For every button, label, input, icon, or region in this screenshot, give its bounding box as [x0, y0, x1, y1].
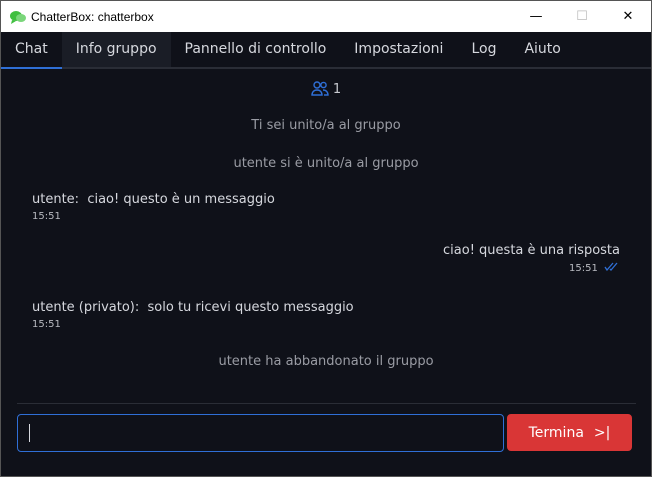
- tab-impostazioni[interactable]: Impostazioni: [340, 32, 457, 67]
- system-message: utente ha abbandonato il gruppo: [218, 354, 434, 369]
- message-time: 15:51: [32, 319, 61, 330]
- users-icon: [311, 81, 329, 96]
- double-check-icon: [604, 262, 618, 272]
- title-bar: ChatterBox: chatterbox — ☐ ✕: [1, 1, 651, 32]
- message-sender: utente (privato):: [32, 300, 140, 315]
- tab-pannello-di-controllo[interactable]: Pannello di controllo: [171, 32, 341, 67]
- termina-button[interactable]: Termina >|: [507, 414, 632, 451]
- incoming-message: utente (privato): solo tu ricevi questo …: [32, 300, 354, 330]
- termina-label: Termina: [528, 424, 584, 441]
- tab-info-gruppo[interactable]: Info gruppo: [61, 32, 171, 67]
- tab-log[interactable]: Log: [457, 32, 510, 67]
- end-icon: >|: [593, 424, 611, 441]
- message-sender: utente:: [32, 192, 80, 207]
- member-count-value: 1: [332, 82, 342, 97]
- message-input[interactable]: [17, 414, 504, 452]
- system-message: utente si è unito/a al gruppo: [233, 156, 419, 171]
- tab-bar: Chat Info gruppo Pannello di controllo I…: [1, 32, 651, 69]
- tab-chat[interactable]: Chat: [1, 32, 62, 69]
- divider: [17, 403, 636, 404]
- system-message: Ti sei unito/a al gruppo: [251, 118, 401, 133]
- incoming-message: utente: ciao! questo è un messaggio 15:5…: [32, 192, 275, 222]
- member-count: 1: [1, 81, 651, 97]
- outgoing-message: ciao! questa è una risposta 15:51: [443, 243, 620, 274]
- minimize-button[interactable]: —: [513, 1, 559, 32]
- maximize-button[interactable]: ☐: [559, 1, 605, 32]
- message-text: ciao! questo è un messaggio: [87, 192, 275, 207]
- message-time: 15:51: [32, 211, 61, 222]
- message-text: solo tu ricevi questo messaggio: [147, 300, 354, 315]
- tab-aiuto[interactable]: Aiuto: [510, 32, 574, 67]
- message-time: 15:51: [568, 263, 598, 274]
- text-caret: [29, 424, 30, 442]
- message-text: ciao! questa è una risposta: [443, 243, 620, 258]
- close-button[interactable]: ✕: [605, 1, 651, 32]
- chat-bubbles-icon: [10, 10, 26, 24]
- window-title: ChatterBox: chatterbox: [31, 9, 154, 24]
